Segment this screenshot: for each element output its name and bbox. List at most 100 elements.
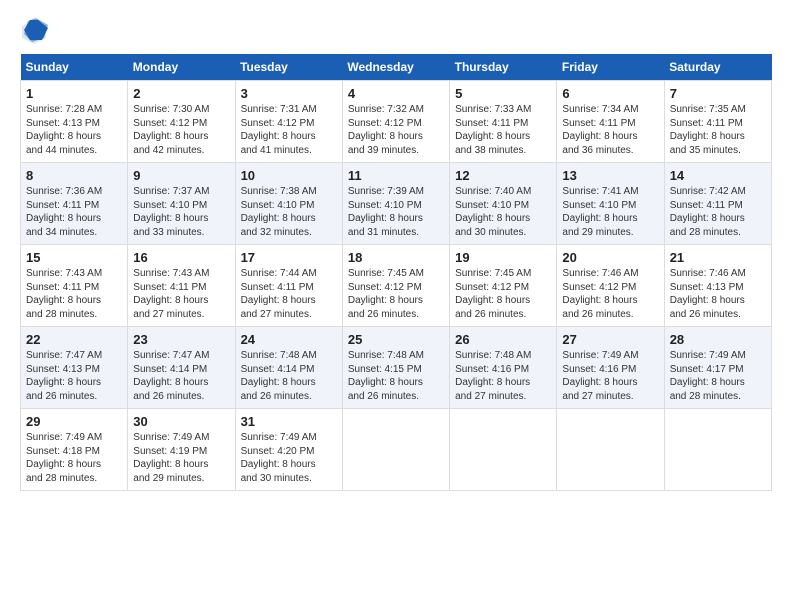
calendar-cell: 23 Sunrise: 7:47 AM Sunset: 4:14 PM Dayli… (128, 327, 235, 409)
day-info: Sunrise: 7:49 AM Sunset: 4:16 PM Dayligh… (562, 349, 658, 403)
calendar-cell: 30 Sunrise: 7:49 AM Sunset: 4:19 PM Dayli… (128, 409, 235, 491)
day-info: Sunrise: 7:32 AM Sunset: 4:12 PM Dayligh… (348, 103, 444, 157)
col-header-sunday: Sunday (21, 54, 128, 81)
day-info: Sunrise: 7:46 AM Sunset: 4:13 PM Dayligh… (670, 267, 766, 321)
logo (20, 16, 52, 44)
day-info: Sunrise: 7:49 AM Sunset: 4:17 PM Dayligh… (670, 349, 766, 403)
day-info: Sunrise: 7:44 AM Sunset: 4:11 PM Dayligh… (241, 267, 337, 321)
day-number: 17 (241, 250, 337, 265)
day-info: Sunrise: 7:42 AM Sunset: 4:11 PM Dayligh… (670, 185, 766, 239)
day-info: Sunrise: 7:41 AM Sunset: 4:10 PM Dayligh… (562, 185, 658, 239)
day-number: 28 (670, 332, 766, 347)
calendar-cell: 4 Sunrise: 7:32 AM Sunset: 4:12 PM Daylig… (342, 81, 449, 163)
calendar-cell: 12 Sunrise: 7:40 AM Sunset: 4:10 PM Dayli… (450, 163, 557, 245)
calendar-cell: 1 Sunrise: 7:28 AM Sunset: 4:13 PM Daylig… (21, 81, 128, 163)
calendar-cell: 11 Sunrise: 7:39 AM Sunset: 4:10 PM Dayli… (342, 163, 449, 245)
day-info: Sunrise: 7:47 AM Sunset: 4:14 PM Dayligh… (133, 349, 229, 403)
day-number: 18 (348, 250, 444, 265)
day-info: Sunrise: 7:43 AM Sunset: 4:11 PM Dayligh… (26, 267, 122, 321)
calendar-cell: 7 Sunrise: 7:35 AM Sunset: 4:11 PM Daylig… (664, 81, 771, 163)
day-info: Sunrise: 7:28 AM Sunset: 4:13 PM Dayligh… (26, 103, 122, 157)
day-number: 10 (241, 168, 337, 183)
calendar-cell (557, 409, 664, 491)
calendar-cell: 19 Sunrise: 7:45 AM Sunset: 4:12 PM Dayli… (450, 245, 557, 327)
day-number: 14 (670, 168, 766, 183)
calendar-cell: 9 Sunrise: 7:37 AM Sunset: 4:10 PM Daylig… (128, 163, 235, 245)
calendar-cell (450, 409, 557, 491)
col-header-monday: Monday (128, 54, 235, 81)
day-info: Sunrise: 7:40 AM Sunset: 4:10 PM Dayligh… (455, 185, 551, 239)
day-number: 30 (133, 414, 229, 429)
day-number: 23 (133, 332, 229, 347)
calendar-cell: 21 Sunrise: 7:46 AM Sunset: 4:13 PM Dayli… (664, 245, 771, 327)
calendar-cell: 8Sunrise: 7:36 AM Sunset: 4:11 PM Daylig… (21, 163, 128, 245)
day-info: Sunrise: 7:48 AM Sunset: 4:15 PM Dayligh… (348, 349, 444, 403)
day-info: Sunrise: 7:48 AM Sunset: 4:14 PM Dayligh… (241, 349, 337, 403)
col-header-thursday: Thursday (450, 54, 557, 81)
day-number: 25 (348, 332, 444, 347)
calendar-cell: 10 Sunrise: 7:38 AM Sunset: 4:10 PM Dayli… (235, 163, 342, 245)
day-number: 6 (562, 86, 658, 101)
day-number: 21 (670, 250, 766, 265)
calendar-cell: 20Sunrise: 7:46 AM Sunset: 4:12 PM Dayli… (557, 245, 664, 327)
col-header-wednesday: Wednesday (342, 54, 449, 81)
calendar-cell (342, 409, 449, 491)
calendar-cell: 17 Sunrise: 7:44 AM Sunset: 4:11 PM Dayli… (235, 245, 342, 327)
day-number: 4 (348, 86, 444, 101)
calendar-cell: 26Sunrise: 7:48 AM Sunset: 4:16 PM Dayli… (450, 327, 557, 409)
day-number: 7 (670, 86, 766, 101)
day-info: Sunrise: 7:46 AM Sunset: 4:12 PM Dayligh… (562, 267, 658, 321)
calendar-cell: 13 Sunrise: 7:41 AM Sunset: 4:10 PM Dayli… (557, 163, 664, 245)
header-row: SundayMondayTuesdayWednesdayThursdayFrid… (21, 54, 772, 81)
calendar-week-2: 8Sunrise: 7:36 AM Sunset: 4:11 PM Daylig… (21, 163, 772, 245)
day-number: 8 (26, 168, 122, 183)
calendar-cell: 18Sunrise: 7:45 AM Sunset: 4:12 PM Dayli… (342, 245, 449, 327)
day-number: 11 (348, 168, 444, 183)
calendar-week-5: 29 Sunrise: 7:49 AM Sunset: 4:18 PM Dayli… (21, 409, 772, 491)
col-header-tuesday: Tuesday (235, 54, 342, 81)
day-info: Sunrise: 7:49 AM Sunset: 4:18 PM Dayligh… (26, 431, 122, 485)
day-info: Sunrise: 7:31 AM Sunset: 4:12 PM Dayligh… (241, 103, 337, 157)
day-number: 27 (562, 332, 658, 347)
col-header-saturday: Saturday (664, 54, 771, 81)
calendar-cell: 25 Sunrise: 7:48 AM Sunset: 4:15 PM Dayli… (342, 327, 449, 409)
day-info: Sunrise: 7:45 AM Sunset: 4:12 PM Dayligh… (455, 267, 551, 321)
day-info: Sunrise: 7:49 AM Sunset: 4:20 PM Dayligh… (241, 431, 337, 485)
day-number: 13 (562, 168, 658, 183)
calendar-cell (664, 409, 771, 491)
day-info: Sunrise: 7:48 AM Sunset: 4:16 PM Dayligh… (455, 349, 551, 403)
day-number: 3 (241, 86, 337, 101)
calendar-cell: 16 Sunrise: 7:43 AM Sunset: 4:11 PM Dayli… (128, 245, 235, 327)
header (20, 16, 772, 44)
calendar-cell: 31 Sunrise: 7:49 AM Sunset: 4:20 PM Dayli… (235, 409, 342, 491)
calendar-cell: 28 Sunrise: 7:49 AM Sunset: 4:17 PM Dayli… (664, 327, 771, 409)
day-number: 19 (455, 250, 551, 265)
calendar-header: SundayMondayTuesdayWednesdayThursdayFrid… (21, 54, 772, 81)
day-number: 29 (26, 414, 122, 429)
day-number: 12 (455, 168, 551, 183)
day-info: Sunrise: 7:47 AM Sunset: 4:13 PM Dayligh… (26, 349, 122, 403)
day-info: Sunrise: 7:34 AM Sunset: 4:11 PM Dayligh… (562, 103, 658, 157)
calendar-week-1: 1 Sunrise: 7:28 AM Sunset: 4:13 PM Daylig… (21, 81, 772, 163)
day-info: Sunrise: 7:38 AM Sunset: 4:10 PM Dayligh… (241, 185, 337, 239)
day-info: Sunrise: 7:30 AM Sunset: 4:12 PM Dayligh… (133, 103, 229, 157)
calendar-cell: 2Sunrise: 7:30 AM Sunset: 4:12 PM Daylig… (128, 81, 235, 163)
day-number: 9 (133, 168, 229, 183)
day-info: Sunrise: 7:35 AM Sunset: 4:11 PM Dayligh… (670, 103, 766, 157)
day-number: 22 (26, 332, 122, 347)
day-number: 31 (241, 414, 337, 429)
calendar-cell: 14 Sunrise: 7:42 AM Sunset: 4:11 PM Dayli… (664, 163, 771, 245)
calendar-cell: 5Sunrise: 7:33 AM Sunset: 4:11 PM Daylig… (450, 81, 557, 163)
calendar-week-3: 15Sunrise: 7:43 AM Sunset: 4:11 PM Dayli… (21, 245, 772, 327)
day-number: 5 (455, 86, 551, 101)
calendar-body: 1 Sunrise: 7:28 AM Sunset: 4:13 PM Daylig… (21, 81, 772, 491)
day-number: 24 (241, 332, 337, 347)
day-info: Sunrise: 7:43 AM Sunset: 4:11 PM Dayligh… (133, 267, 229, 321)
day-number: 16 (133, 250, 229, 265)
day-info: Sunrise: 7:49 AM Sunset: 4:19 PM Dayligh… (133, 431, 229, 485)
day-number: 1 (26, 86, 122, 101)
day-info: Sunrise: 7:37 AM Sunset: 4:10 PM Dayligh… (133, 185, 229, 239)
day-info: Sunrise: 7:39 AM Sunset: 4:10 PM Dayligh… (348, 185, 444, 239)
calendar-cell: 27 Sunrise: 7:49 AM Sunset: 4:16 PM Dayli… (557, 327, 664, 409)
calendar-cell: 24 Sunrise: 7:48 AM Sunset: 4:14 PM Dayli… (235, 327, 342, 409)
